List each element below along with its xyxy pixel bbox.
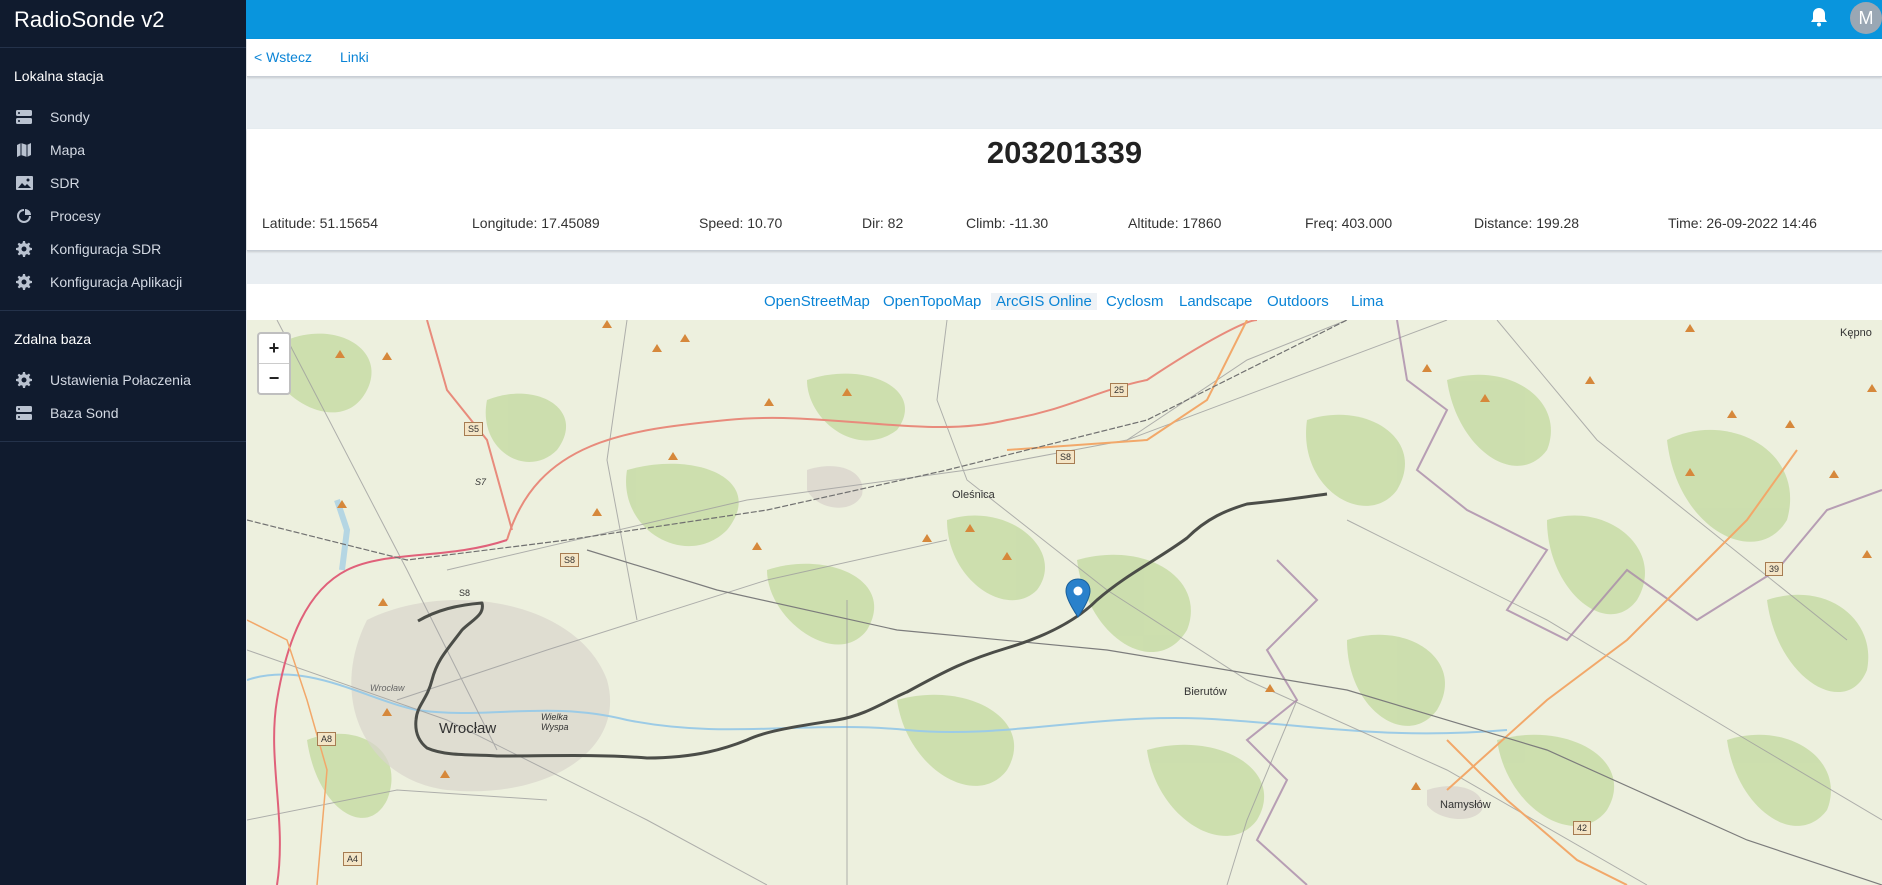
section-title-remote: Zdalna baza: [14, 331, 92, 347]
map-layer-selector: OpenStreetMap OpenTopoMap ArcGIS Online …: [247, 284, 1882, 320]
top-bar: M: [246, 0, 1882, 39]
road-shield: S8: [459, 588, 471, 598]
layer-arcgis-online[interactable]: ArcGIS Online: [991, 293, 1097, 310]
sonde-id-title: 203201339: [986, 135, 1143, 170]
zoom-control: + −: [257, 332, 291, 395]
zoom-out-button[interactable]: −: [259, 364, 289, 393]
remote-base-section: Zdalna baza Ustawienia Połaczenia Baza S…: [0, 311, 246, 442]
sidebar-item-procesy[interactable]: Procesy: [0, 199, 246, 232]
map-view[interactable]: Oleśnica Wrocław Wrocław Wielka Wyspa Bi…: [247, 320, 1882, 885]
stat-altitude: Altitude: 17860: [1128, 215, 1222, 231]
sidebar-item-label: SDR: [50, 174, 80, 191]
links-link[interactable]: Linki: [340, 49, 369, 65]
server-icon: [14, 403, 34, 423]
gear-icon: [14, 370, 34, 390]
layer-outdoors[interactable]: Outdoors: [1267, 293, 1329, 310]
zoom-in-button[interactable]: +: [259, 334, 289, 364]
sidebar-item-label: Konfiguracja SDR: [50, 240, 162, 257]
layer-landscape[interactable]: Landscape: [1179, 293, 1252, 310]
map-icon: [14, 140, 34, 160]
sidebar-item-label: Mapa: [50, 141, 86, 158]
stat-freq: Freq: 403.000: [1305, 215, 1393, 231]
back-link[interactable]: < Wstecz: [254, 49, 312, 65]
road-shield: S5: [464, 422, 484, 436]
gear-icon: [14, 272, 34, 292]
stat-distance: Distance: 199.28: [1474, 215, 1580, 231]
sidebar-item-sdr[interactable]: SDR: [0, 166, 246, 199]
sidebar-item-label: Sondy: [50, 108, 90, 125]
stat-latitude: Latitude: 51.15654: [262, 215, 378, 231]
bell-icon[interactable]: [1808, 6, 1830, 28]
app-title[interactable]: RadioSonde v2: [0, 0, 246, 48]
road-shield: 42: [1573, 821, 1592, 835]
place-label: Namysłów: [1440, 799, 1491, 811]
process-icon: [14, 206, 34, 226]
layer-lima[interactable]: Lima: [1351, 293, 1384, 310]
sidebar: RadioSonde v2 Lokalna stacja Sondy Mapa …: [0, 0, 246, 885]
sidebar-item-ustawienia-polaczenia[interactable]: Ustawienia Połaczenia: [0, 363, 246, 396]
sidebar-item-konfiguracja-sdr[interactable]: Konfiguracja SDR: [0, 232, 246, 265]
sidebar-item-konfiguracja-aplikacji[interactable]: Konfiguracja Aplikacji: [0, 265, 246, 298]
road-shield: S8: [1056, 450, 1076, 464]
map-marker-icon[interactable]: [1065, 578, 1091, 623]
sidebar-item-label: Procesy: [50, 207, 101, 224]
sidebar-item-label: Ustawienia Połaczenia: [50, 371, 191, 388]
stat-speed: Speed: 10.70: [699, 215, 783, 231]
road-shield: 25: [1110, 383, 1129, 397]
place-label: Wrocław: [370, 683, 405, 693]
place-label: Wielka Wyspa: [541, 712, 569, 732]
stat-time: Time: 26-09-2022 14:46: [1668, 215, 1817, 231]
server-icon: [14, 107, 34, 127]
place-label: Wrocław: [439, 720, 497, 737]
layer-opentopomap[interactable]: OpenTopoMap: [883, 293, 981, 310]
sub-navigation: < Wstecz Linki: [247, 39, 1882, 77]
layer-cyclosm[interactable]: Cyclosm: [1106, 293, 1164, 310]
stat-climb: Climb: -11.30: [966, 215, 1049, 231]
road-shield: 39: [1765, 562, 1784, 576]
road-shield: S7: [475, 477, 487, 487]
sidebar-item-baza-sond[interactable]: Baza Sond: [0, 396, 246, 429]
image-icon: [14, 173, 34, 193]
sidebar-item-mapa[interactable]: Mapa: [0, 133, 246, 166]
stat-longitude: Longitude: 17.45089: [472, 215, 600, 231]
road-shield: A4: [343, 852, 363, 866]
sidebar-item-label: Konfiguracja Aplikacji: [50, 273, 183, 290]
road-shield: A8: [317, 732, 337, 746]
sidebar-item-label: Baza Sond: [50, 404, 119, 421]
stat-dir: Dir: 82: [862, 215, 904, 231]
gear-icon: [14, 239, 34, 259]
layer-openstreetmap[interactable]: OpenStreetMap: [764, 293, 870, 310]
local-station-section: Lokalna stacja Sondy Mapa SDR Procesy Ko…: [0, 48, 246, 311]
section-title-local: Lokalna stacja: [14, 68, 104, 84]
place-label: Kępno: [1840, 327, 1872, 339]
place-label: Oleśnica: [952, 489, 995, 501]
sonde-info-card: 203201339 Latitude: 51.15654 Longitude: …: [247, 129, 1882, 251]
sidebar-item-sondy[interactable]: Sondy: [0, 100, 246, 133]
place-label: Bierutów: [1184, 686, 1227, 698]
road-shield: S8: [560, 553, 580, 567]
avatar[interactable]: M: [1850, 2, 1882, 34]
